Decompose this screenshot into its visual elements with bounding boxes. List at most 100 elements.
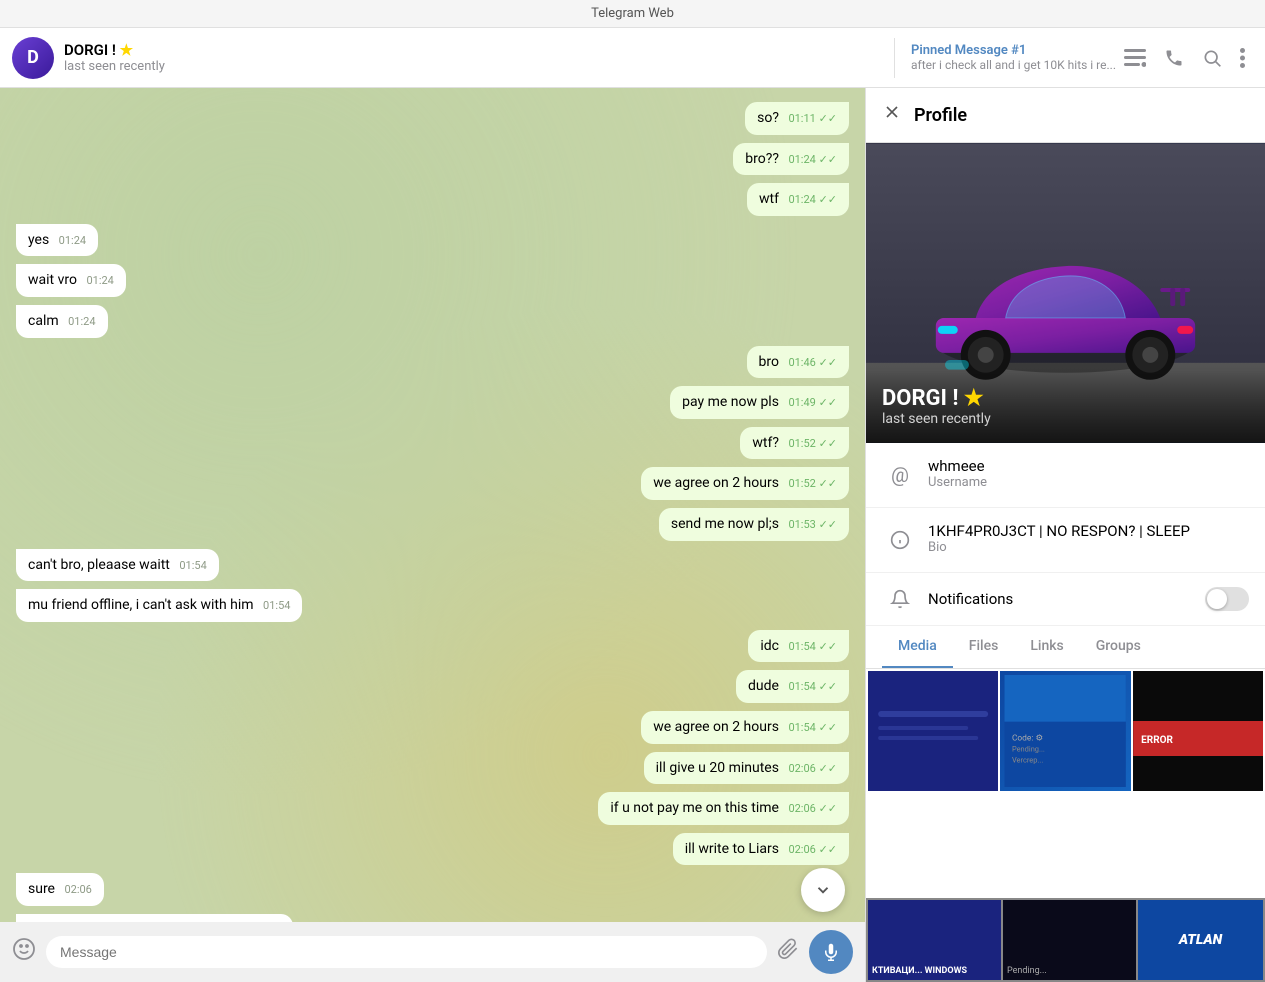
message-text: ill give u 20 minutes (656, 760, 779, 776)
table-row: wtf? 01:52 ✓✓ (16, 427, 849, 460)
table-row: if u not pay me on this time 02:06 ✓✓ (16, 792, 849, 825)
search-button[interactable] (1202, 48, 1222, 68)
message-text: bro (759, 354, 779, 370)
profile-username: whmeee (928, 457, 987, 475)
emoji-button[interactable] (12, 937, 36, 967)
toggle-thumb (1207, 589, 1227, 609)
message-text: send me now pl;s (671, 516, 779, 532)
chat-area: so? 01:11 ✓✓ bro?? 01:24 ✓✓ wtf 01:24 ✓✓ (0, 88, 865, 982)
notifications-toggle[interactable] (1205, 587, 1249, 611)
table-row: wtf 01:24 ✓✓ (16, 183, 849, 216)
header-actions (1124, 48, 1245, 68)
table-row: dude 01:54 ✓✓ (16, 670, 849, 703)
contact-name: DORGI ! ★ (64, 41, 886, 59)
table-row: ill write to Liars 02:06 ✓✓ (16, 833, 849, 866)
tab-groups[interactable]: Groups (1080, 626, 1157, 668)
svg-text:Pending...: Pending... (1012, 745, 1045, 754)
table-row: pay me now pls 01:49 ✓✓ (16, 386, 849, 419)
message-input[interactable] (46, 936, 767, 968)
messages-list: so? 01:11 ✓✓ bro?? 01:24 ✓✓ wtf 01:24 ✓✓ (0, 88, 865, 922)
message-bubble: we agree on 2 hours 01:52 ✓✓ (641, 467, 849, 500)
media-thumb-2[interactable]: Code: ⚙ Pending... Vercrep... (1000, 671, 1130, 791)
message-text: yes (28, 232, 49, 248)
message-text: dude (748, 678, 779, 694)
taskbar-thumb-3[interactable]: ATLAN (1138, 900, 1263, 980)
phone-button[interactable] (1164, 48, 1184, 68)
pinned-message[interactable]: Pinned Message #1 after i check all and … (911, 43, 1116, 72)
message-text: we agree on 2 hours (653, 719, 779, 735)
message-text: calm (28, 313, 59, 329)
main-content: so? 01:11 ✓✓ bro?? 01:24 ✓✓ wtf 01:24 ✓✓ (0, 88, 1265, 982)
message-text: sure (28, 881, 55, 897)
message-bubble: we agree on 2 hours 01:54 ✓✓ (641, 711, 849, 744)
message-bubble: wtf 01:24 ✓✓ (747, 183, 849, 216)
pinned-text: after i check all and i get 10K hits i r… (911, 58, 1116, 72)
table-row: sure 02:06 (16, 873, 849, 906)
header-divider (894, 38, 895, 78)
table-row: we agree on 2 hours 01:52 ✓✓ (16, 467, 849, 500)
message-bubble: if u not pay me on this time 02:06 ✓✓ (598, 792, 849, 825)
bio-label: Bio (928, 540, 1190, 555)
message-bubble: wait vro 01:24 (16, 264, 126, 297)
bell-icon (882, 589, 918, 609)
table-row: idc 01:54 ✓✓ (16, 630, 849, 663)
tab-links[interactable]: Links (1014, 626, 1079, 668)
message-bubble: send me now pl;s 01:53 ✓✓ (659, 508, 849, 541)
table-row: i send money to liars and start mm 02:07 (16, 914, 849, 922)
table-row: calm 01:24 (16, 305, 849, 338)
list-icon-button[interactable] (1124, 49, 1146, 67)
profile-name: DORGI ! ★ (882, 386, 1249, 411)
message-bubble: wtf? 01:52 ✓✓ (740, 427, 849, 460)
table-row: ill give u 20 minutes 02:06 ✓✓ (16, 752, 849, 785)
message-bubble: sure 02:06 (16, 873, 104, 906)
taskbar-thumb-1[interactable]: КТИВАЦИ... WINDOWS (868, 900, 1001, 980)
star-icon: ★ (120, 41, 133, 59)
scroll-down-button[interactable] (801, 868, 845, 912)
at-icon: @ (882, 457, 918, 493)
attach-button[interactable] (777, 938, 799, 966)
message-text: bro?? (745, 151, 779, 167)
profile-photo: DORGI ! ★ last seen recently (866, 143, 1265, 443)
profile-photo-overlay: DORGI ! ★ last seen recently (866, 370, 1265, 443)
message-bubble: idc 01:54 ✓✓ (748, 630, 849, 663)
media-grid: Code: ⚙ Pending... Vercrep... ERROR (866, 669, 1265, 793)
avatar[interactable]: D (12, 37, 54, 79)
contact-info: DORGI ! ★ last seen recently (64, 41, 886, 74)
pinned-title: Pinned Message #1 (911, 43, 1116, 58)
table-row: so? 01:11 ✓✓ (16, 102, 849, 135)
message-text: if u not pay me on this time (610, 800, 779, 816)
info-icon (882, 522, 918, 558)
profile-star-icon: ★ (964, 386, 984, 411)
message-bubble: i send money to liars and start mm 02:07 (16, 914, 293, 922)
username-label: Username (928, 475, 987, 490)
profile-header: Profile (866, 88, 1265, 143)
table-row: bro 01:46 ✓✓ (16, 346, 849, 379)
table-row: mu friend offline, i can't ask with him … (16, 589, 849, 622)
profile-bio-row: 1KHF4PR0J3CT | NO RESPON? | SLEEP Bio (866, 508, 1265, 573)
message-text: can't bro, pleaase waitt (28, 557, 170, 573)
notifications-label: Notifications (928, 590, 1205, 608)
table-row: yes 01:24 (16, 224, 849, 257)
svg-text:Code: ⚙: Code: ⚙ (1012, 733, 1043, 743)
profile-panel: Profile (865, 88, 1265, 982)
media-thumb-3[interactable]: ERROR (1133, 671, 1263, 791)
taskbar-thumbnails: КТИВАЦИ... WINDOWS Pending... ATLAN (866, 898, 1265, 982)
microphone-button[interactable] (809, 930, 853, 974)
message-bubble: bro 01:46 ✓✓ (747, 346, 850, 379)
tab-media[interactable]: Media (882, 626, 953, 668)
message-text: wtf? (752, 435, 779, 451)
table-row: can't bro, pleaase waitt 01:54 (16, 549, 849, 582)
message-bubble: mu friend offline, i can't ask with him … (16, 589, 302, 622)
taskbar-thumb-2[interactable]: Pending... (1003, 900, 1136, 980)
table-row: we agree on 2 hours 01:54 ✓✓ (16, 711, 849, 744)
profile-photo-status: last seen recently (882, 411, 1249, 427)
table-row: send me now pl;s 01:53 ✓✓ (16, 508, 849, 541)
message-bubble: pay me now pls 01:49 ✓✓ (670, 386, 849, 419)
profile-close-button[interactable] (882, 102, 902, 128)
more-button[interactable] (1240, 48, 1245, 68)
tab-files[interactable]: Files (953, 626, 1015, 668)
table-row: bro?? 01:24 ✓✓ (16, 143, 849, 176)
message-text: ill write to Liars (685, 841, 779, 857)
media-thumb-1[interactable] (868, 671, 998, 791)
svg-text:ERROR: ERROR (1141, 735, 1173, 746)
